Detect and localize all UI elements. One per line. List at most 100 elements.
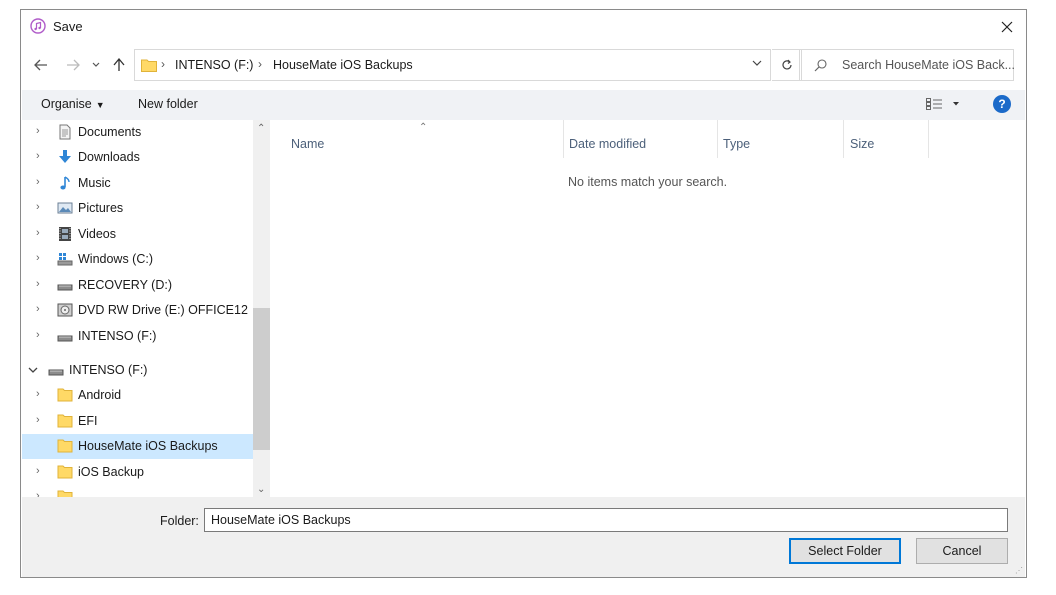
breadcrumb-drive[interactable]: INTENSO (F:): [175, 58, 253, 72]
tree-item-videos[interactable]: › Videos: [22, 222, 253, 247]
close-button[interactable]: [996, 16, 1018, 38]
column-header-name[interactable]: Name: [291, 137, 324, 151]
search-box[interactable]: Search HouseMate iOS Back...: [799, 49, 1015, 81]
save-dialog: Save › INTENSO (F:) › HouseMate iOS Back…: [20, 9, 1027, 578]
videos-icon: [59, 227, 71, 241]
folder-label: Folder:: [160, 514, 199, 528]
tree-item-music[interactable]: › Music: [22, 171, 253, 196]
tree-item-documents[interactable]: › Documents: [22, 120, 253, 145]
tree-item-ios-backup[interactable]: › iOS Backup: [22, 460, 253, 485]
refresh-button[interactable]: [772, 49, 802, 81]
cancel-button[interactable]: Cancel: [916, 538, 1008, 564]
folder-icon: [141, 59, 157, 72]
help-icon[interactable]: ?: [993, 95, 1011, 113]
scroll-thumb[interactable]: [253, 308, 270, 450]
tree-item-pictures[interactable]: › Pictures: [22, 196, 253, 221]
itunes-icon: [30, 18, 46, 34]
tree-item-partial[interactable]: ›: [22, 485, 253, 497]
chevron-right-icon[interactable]: ›: [36, 414, 40, 426]
recent-locations-button[interactable]: [89, 54, 103, 76]
chevron-right-icon[interactable]: ›: [36, 465, 40, 477]
view-details-icon: [926, 98, 959, 110]
resize-grip-icon[interactable]: ⋰: [1015, 566, 1023, 575]
breadcrumb-separator: ›: [258, 57, 262, 71]
dvd-drive-icon: [57, 303, 73, 317]
up-arrow-icon: [113, 58, 125, 71]
tree-item-recovery-d[interactable]: › RECOVERY (D:): [22, 273, 253, 298]
tree-item-label: HouseMate iOS Backups: [78, 439, 218, 453]
chevron-right-icon[interactable]: ›: [36, 388, 40, 400]
select-folder-button[interactable]: Select Folder: [789, 538, 901, 564]
forward-arrow-icon: [67, 59, 80, 71]
chevron-right-icon[interactable]: ›: [36, 329, 40, 341]
search-placeholder: Search HouseMate iOS Back...: [842, 58, 1015, 72]
chevron-right-icon[interactable]: ›: [36, 201, 40, 213]
tree-item-efi[interactable]: › EFI: [22, 409, 253, 434]
chevron-down-icon: [92, 62, 100, 67]
folder-icon: [57, 439, 73, 453]
scroll-up-icon[interactable]: ⌃: [257, 123, 265, 134]
back-arrow-icon: [34, 59, 47, 71]
column-header-type[interactable]: Type: [723, 137, 750, 151]
chevron-right-icon[interactable]: ›: [36, 252, 40, 264]
tree-item-intenso-f[interactable]: INTENSO (F:): [22, 358, 253, 383]
tree-item-downloads[interactable]: › Downloads: [22, 145, 253, 170]
chevron-right-icon[interactable]: ›: [36, 176, 40, 188]
organise-button[interactable]: Organise ▼: [41, 97, 105, 111]
chevron-right-icon[interactable]: ›: [36, 490, 40, 497]
tree-item-windows-c[interactable]: › Windows (C:): [22, 247, 253, 272]
tree-item-label: Music: [78, 176, 111, 190]
chevron-right-icon[interactable]: ›: [36, 278, 40, 290]
close-icon: [1001, 21, 1013, 33]
breadcrumb-separator: ›: [161, 57, 165, 71]
chevron-right-icon[interactable]: ›: [36, 227, 40, 239]
chevron-down-icon[interactable]: [28, 367, 38, 374]
column-header-date-modified[interactable]: Date modified: [569, 137, 646, 151]
tree-item-label: INTENSO (F:): [69, 363, 148, 377]
tree-item-android[interactable]: › Android: [22, 383, 253, 408]
back-button[interactable]: [31, 54, 51, 76]
tree-item-intenso-f-quick[interactable]: › INTENSO (F:): [22, 324, 253, 349]
navigation-pane: › Documents › Downloads › Music › Pictur…: [22, 120, 270, 497]
file-list: ⌃ Name Date modified Type Size No items …: [271, 120, 1025, 497]
tree-item-label: INTENSO (F:): [78, 329, 157, 343]
folder-icon: [57, 414, 73, 428]
address-bar[interactable]: › INTENSO (F:) › HouseMate iOS Backups: [134, 49, 771, 81]
tree-item-label: Downloads: [78, 150, 140, 164]
caret-down-icon: ▼: [95, 100, 105, 110]
chevron-right-icon[interactable]: ›: [36, 303, 40, 315]
windows-drive-icon: [57, 253, 73, 266]
chevron-right-icon[interactable]: ›: [36, 150, 40, 162]
title-bar: Save: [21, 10, 1026, 44]
tree-item-label: Pictures: [78, 201, 124, 215]
search-icon: [814, 59, 827, 72]
tree-item-label: Android: [78, 388, 122, 402]
column-divider[interactable]: [928, 120, 929, 158]
chevron-down-icon[interactable]: [752, 59, 762, 67]
forward-button[interactable]: [63, 54, 83, 76]
column-header-size[interactable]: Size: [850, 137, 874, 151]
tree-item-dvd-e[interactable]: › DVD RW Drive (E:) OFFICE12: [22, 298, 253, 323]
refresh-icon: [781, 59, 792, 70]
nav-scrollbar[interactable]: ⌃ ⌄: [253, 120, 270, 497]
pictures-icon: [57, 202, 73, 214]
breadcrumb-folder[interactable]: HouseMate iOS Backups: [273, 58, 413, 72]
drive-icon: [57, 335, 73, 342]
tree-item-housemate-ios-backups[interactable]: HouseMate iOS Backups: [22, 434, 253, 459]
tree-item-label: Videos: [78, 227, 116, 241]
new-folder-button[interactable]: New folder: [138, 97, 198, 111]
column-divider[interactable]: [843, 120, 844, 158]
column-divider[interactable]: [563, 120, 564, 158]
folder-name-input[interactable]: [204, 508, 1008, 532]
scroll-down-icon[interactable]: ⌄: [257, 484, 265, 495]
chevron-right-icon[interactable]: ›: [36, 125, 40, 137]
empty-message: No items match your search.: [568, 175, 728, 189]
drive-icon: [48, 369, 64, 376]
column-divider[interactable]: [717, 120, 718, 158]
dialog-footer: Folder: Select Folder Cancel ⋰: [22, 497, 1025, 577]
up-button[interactable]: [109, 54, 129, 76]
drive-icon: [57, 284, 73, 291]
tree-item-label: iOS Backup: [78, 465, 145, 479]
command-bar: Organise ▼ New folder ?: [22, 90, 1025, 120]
change-view-button[interactable]: [926, 98, 962, 113]
